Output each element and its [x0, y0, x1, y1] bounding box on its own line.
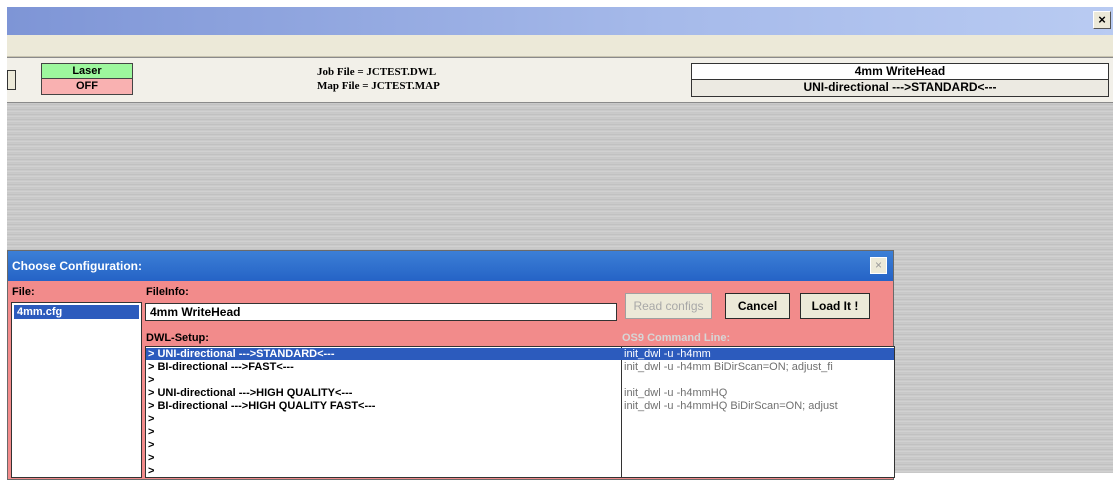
setup-row[interactable]: >: [146, 374, 894, 386]
file-label: File:: [12, 286, 35, 298]
status-bar: Laser OFF Job File = JCTEST.DWL Map File…: [7, 57, 1113, 103]
window-close-button[interactable]: ×: [1093, 11, 1111, 29]
head-mode: UNI-directional --->STANDARD<---: [691, 80, 1109, 97]
os9-command: init_dwl -u -h4mm: [624, 348, 711, 360]
dwl-setup-label: DWL-Setup:: [146, 332, 209, 344]
setup-name: >: [148, 439, 155, 451]
setup-row[interactable]: >: [146, 426, 894, 438]
laser-state: OFF: [41, 79, 133, 95]
os9-command: [624, 374, 894, 386]
setup-name: >: [148, 374, 155, 386]
setup-row[interactable]: > BI-directional --->FAST<--- init_dwl -u…: [146, 361, 894, 373]
window-titlebar: ×: [7, 7, 1113, 35]
laser-label: Laser: [41, 63, 133, 79]
file-list[interactable]: 4mm.cfg: [11, 302, 142, 478]
setup-name: > UNI-directional --->STANDARD<---: [148, 348, 335, 360]
os9-command: [624, 426, 894, 438]
setup-name: >: [148, 465, 155, 477]
os9-command: [624, 465, 894, 477]
setup-row[interactable]: >: [146, 439, 894, 451]
os9-command: init_dwl -u -h4mmHQ BiDirScan=ON; adjust: [624, 400, 838, 412]
load-it-button[interactable]: Load It !: [800, 293, 870, 319]
cancel-button[interactable]: Cancel: [725, 293, 790, 319]
os9-command: [624, 452, 894, 464]
dialog-close-button[interactable]: ×: [870, 257, 887, 274]
os9-command: init_dwl -u -h4mmHQ: [624, 387, 728, 399]
setup-row[interactable]: >: [146, 465, 894, 477]
setup-name: > BI-directional --->FAST<---: [148, 361, 294, 373]
os9-command: init_dwl -u -h4mm BiDirScan=ON; adjust_f…: [624, 361, 833, 373]
dialog-title: Choose Configuration:: [8, 251, 893, 281]
writehead-info: 4mm WriteHead UNI-directional --->STANDA…: [691, 63, 1109, 97]
file-item[interactable]: 4mm.cfg: [14, 305, 139, 319]
map-file-text: Map File = JCTEST.MAP: [317, 80, 440, 92]
os9-command: [624, 439, 894, 451]
fileinfo-label: FileInfo:: [146, 286, 189, 298]
setup-row[interactable]: > UNI-directional --->STANDARD<--- init_d…: [146, 348, 894, 360]
os9-command: [624, 413, 894, 425]
read-configs-button[interactable]: Read configs: [625, 293, 712, 319]
setup-name: >: [148, 426, 155, 438]
job-file-text: Job File = JCTEST.DWL: [317, 66, 437, 78]
job-info: Job File = JCTEST.DWL Map File = JCTEST.…: [317, 65, 440, 93]
menu-bar: [7, 35, 1113, 57]
setup-row[interactable]: >: [146, 452, 894, 464]
setup-row[interactable]: >: [146, 413, 894, 425]
setup-row[interactable]: > BI-directional --->HIGH QUALITY FAST<-…: [146, 400, 894, 412]
os9-command-label: OS9 Command Line:: [622, 332, 731, 344]
fileinfo-field[interactable]: 4mm WriteHead: [145, 303, 617, 321]
side-button[interactable]: [7, 70, 16, 90]
laser-indicator: Laser OFF: [41, 63, 133, 95]
setup-name: >: [148, 413, 155, 425]
setup-name: > UNI-directional --->HIGH QUALITY<---: [148, 387, 353, 399]
setup-row[interactable]: > UNI-directional --->HIGH QUALITY<--- in…: [146, 387, 894, 399]
head-name: 4mm WriteHead: [691, 63, 1109, 80]
setup-name: >: [148, 452, 155, 464]
dwl-setup-list[interactable]: > UNI-directional --->STANDARD<--- init_d…: [145, 346, 895, 478]
setup-name: > BI-directional --->HIGH QUALITY FAST<-…: [148, 400, 376, 412]
choose-configuration-dialog: Choose Configuration: × File: 4mm.cfg Fi…: [7, 250, 895, 480]
